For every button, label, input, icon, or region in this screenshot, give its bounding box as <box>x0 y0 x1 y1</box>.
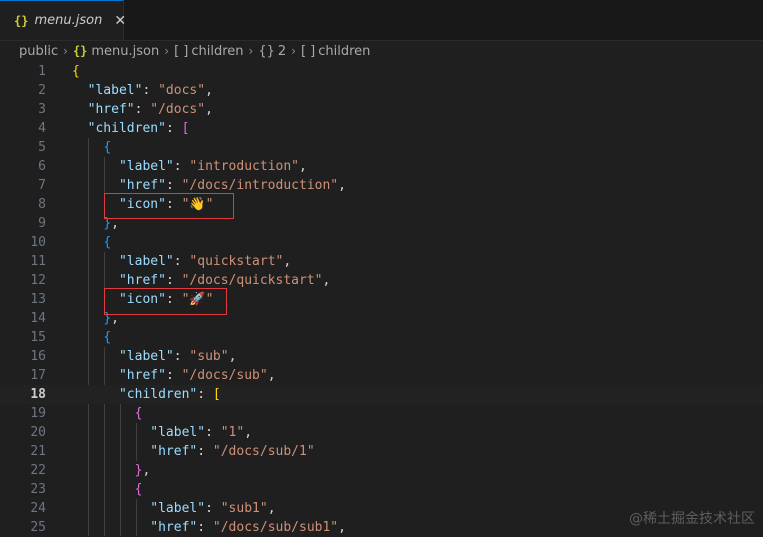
line-number: 6 <box>38 159 46 174</box>
line-content: "href": "/docs", <box>87 102 213 117</box>
code-line: 22 }, <box>0 461 763 480</box>
line-content: "label": "introduction", <box>118 159 307 174</box>
line-number: 1 <box>38 64 46 79</box>
highlight-box-rocket-icon <box>104 288 227 315</box>
code-line: 21 "href": "/docs/sub/1" <box>0 442 763 461</box>
tab-menu-json[interactable]: {} menu.json ✕ <box>0 0 126 40</box>
line-number: 19 <box>30 406 46 421</box>
object-symbol-icon: {} <box>258 43 275 59</box>
breadcrumb: public › {} menu.json › [ ] children › {… <box>0 40 763 62</box>
code-line: 23 { <box>0 480 763 499</box>
line-number: 20 <box>30 425 46 440</box>
line-number: 9 <box>38 216 46 231</box>
line-number: 2 <box>38 83 46 98</box>
tab-bar: {} menu.json ✕ <box>0 0 763 41</box>
line-number: 24 <box>30 501 46 516</box>
code-line: 10 { <box>0 233 763 252</box>
line-content: { <box>103 330 112 345</box>
code-editor[interactable]: 1 { 2 "label": "docs", 3 "href": "/docs"… <box>0 62 763 536</box>
line-number: 23 <box>30 482 46 497</box>
line-content: { <box>103 140 112 155</box>
breadcrumb-children-nested[interactable]: children <box>318 44 370 59</box>
line-content: "label": "sub1", <box>150 501 276 516</box>
line-content: "label": "quickstart", <box>118 254 292 269</box>
line-content: "label": "1", <box>150 425 253 440</box>
code-line: 11 "label": "quickstart", <box>0 252 763 271</box>
line-number: 14 <box>30 311 46 326</box>
code-line: 2 "label": "docs", <box>0 81 763 100</box>
breadcrumb-index[interactable]: 2 <box>278 44 286 59</box>
code-line: 4 "children": [ <box>0 119 763 138</box>
close-icon[interactable]: ✕ <box>114 13 126 29</box>
breadcrumb-children[interactable]: children <box>191 44 243 59</box>
line-number: 25 <box>30 520 46 535</box>
line-content: }, <box>134 463 151 478</box>
highlight-box-wave-icon <box>104 193 234 219</box>
breadcrumb-file[interactable]: menu.json <box>91 44 159 59</box>
line-number: 22 <box>30 463 46 478</box>
line-number: 4 <box>38 121 46 136</box>
chevron-right-icon: › <box>248 44 254 58</box>
chevron-right-icon: › <box>164 44 170 58</box>
line-number: 13 <box>30 292 46 307</box>
code-line: 1 { <box>0 62 763 81</box>
tab-label: menu.json <box>34 13 103 28</box>
line-number: 21 <box>30 444 46 459</box>
line-number: 12 <box>30 273 46 288</box>
code-line: 3 "href": "/docs", <box>0 100 763 119</box>
array-symbol-icon: [ ] <box>174 43 189 59</box>
line-number: 16 <box>30 349 46 364</box>
line-content: "href": "/docs/sub", <box>118 368 276 383</box>
line-content: "href": "/docs/sub/sub1", <box>150 520 346 535</box>
line-content: "label": "sub", <box>118 349 237 364</box>
code-line: 15 { <box>0 328 763 347</box>
line-content: { <box>134 406 143 421</box>
line-number: 5 <box>38 140 46 155</box>
line-content: "children": [ <box>87 121 190 136</box>
line-content: "href": "/docs/sub/1" <box>150 444 315 459</box>
line-number: 10 <box>30 235 46 250</box>
line-number: 15 <box>30 330 46 345</box>
code-line: 5 { <box>0 138 763 157</box>
line-number: 18 <box>30 387 46 402</box>
line-content: "label": "docs", <box>87 83 213 98</box>
json-file-icon: {} <box>14 13 29 28</box>
line-content: { <box>103 235 112 250</box>
code-line: 16 "label": "sub", <box>0 347 763 366</box>
line-number: 17 <box>30 368 46 383</box>
watermark: @稀土掘金技术社区 <box>629 511 755 527</box>
line-number: 7 <box>38 178 46 193</box>
line-number: 11 <box>30 254 46 269</box>
code-line: 17 "href": "/docs/sub", <box>0 366 763 385</box>
code-line: 20 "label": "1", <box>0 423 763 442</box>
code-line-active: 18 "children": [ <box>0 385 763 404</box>
chevron-right-icon: › <box>291 44 296 58</box>
line-content: { <box>134 482 143 497</box>
chevron-right-icon: › <box>63 44 68 58</box>
array-symbol-icon: [ ] <box>300 43 316 59</box>
line-number: 3 <box>38 102 46 117</box>
line-content: "children": [ <box>118 387 221 402</box>
line-number: 8 <box>38 197 46 212</box>
code-line: 6 "label": "introduction", <box>0 157 763 176</box>
breadcrumb-folder[interactable]: public <box>19 44 58 59</box>
line-content: { <box>72 64 80 79</box>
code-line: 19 { <box>0 404 763 423</box>
json-file-icon: {} <box>72 44 88 58</box>
